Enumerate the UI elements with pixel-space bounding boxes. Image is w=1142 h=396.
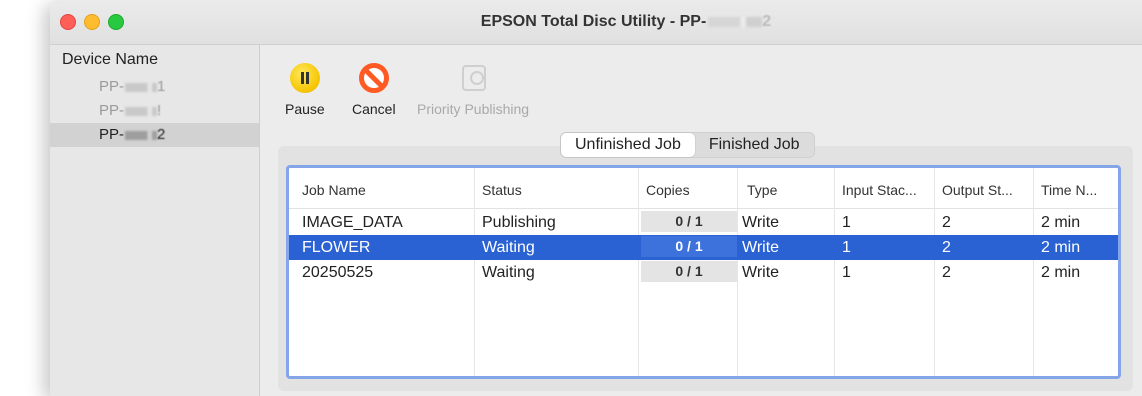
- device-sidebar: Device Name PP- 1 PP-! PP- 2: [50, 45, 260, 396]
- device-name-suffix: 2: [157, 126, 166, 143]
- cell-status: Waiting: [482, 239, 535, 256]
- table-row[interactable]: IMAGE_DATA Publishing 0 / 1 Write 1 2 2 …: [289, 210, 1118, 235]
- table-row[interactable]: 20250525 Waiting 0 / 1 Write 1 2 2 min: [289, 260, 1118, 285]
- cell-output-stacker: 2: [942, 214, 951, 231]
- app-window: EPSON Total Disc Utility - PP- 2 Device N…: [50, 0, 1142, 396]
- priority-publishing-label: Priority Publishing: [417, 101, 530, 117]
- tab-finished-job[interactable]: Finished Job: [695, 133, 814, 157]
- cell-copies: 0 / 1: [641, 261, 737, 282]
- device-name-prefix: PP-: [99, 102, 125, 119]
- window-title: EPSON Total Disc Utility - PP- 2: [50, 13, 1142, 31]
- pause-button[interactable]: Pause: [285, 63, 325, 117]
- cell-input-stacker: 1: [842, 214, 851, 231]
- pause-icon: [289, 63, 320, 93]
- redacted-blur: [125, 82, 158, 92]
- cell-job-name: IMAGE_DATA: [302, 214, 403, 231]
- cell-copies: 0 / 1: [641, 211, 737, 232]
- cell-input-stacker: 1: [842, 264, 851, 281]
- cancel-button[interactable]: Cancel: [352, 63, 396, 117]
- cell-status: Publishing: [482, 214, 556, 231]
- column-header-copies[interactable]: Copies: [646, 182, 690, 198]
- window-title-prefix: EPSON Total Disc Utility - PP-: [480, 13, 707, 30]
- job-tabs: Unfinished Job Finished Job: [560, 132, 815, 158]
- cancel-icon: [358, 63, 389, 93]
- cell-output-stacker: 2: [942, 264, 951, 281]
- sidebar-device-1[interactable]: PP- 1: [50, 75, 259, 99]
- sidebar-header: Device Name: [62, 51, 159, 68]
- cell-type: Write: [742, 214, 780, 231]
- title-bar: EPSON Total Disc Utility - PP- 2: [50, 0, 1142, 45]
- cell-time: 2 min: [1041, 264, 1081, 281]
- column-header-status[interactable]: Status: [482, 182, 522, 198]
- cell-output-stacker: 2: [942, 239, 951, 256]
- main-panel: Pause Cancel Priority Publishing Unfinis…: [260, 45, 1142, 396]
- bottom-divider: [260, 391, 1142, 396]
- column-header-input-stacker[interactable]: Input Stac...: [842, 182, 917, 198]
- column-header-job-name[interactable]: Job Name: [302, 182, 366, 198]
- redacted-blur: [708, 16, 763, 27]
- cell-type: Write: [742, 239, 780, 256]
- priority-publishing-button[interactable]: Priority Publishing: [417, 63, 529, 117]
- cell-job-name: 20250525: [302, 264, 374, 281]
- cell-copies: 0 / 1: [641, 236, 737, 257]
- device-name-suffix: 1: [157, 78, 166, 95]
- cell-status: Waiting: [482, 264, 535, 281]
- column-header-output-stacker[interactable]: Output St...: [942, 182, 1013, 198]
- device-name-suffix: !: [157, 102, 162, 119]
- cell-input-stacker: 1: [842, 239, 851, 256]
- redacted-blur: [125, 130, 158, 140]
- redacted-blur: [125, 106, 158, 116]
- window-title-suffix: 2: [762, 13, 772, 30]
- sidebar-device-2[interactable]: PP-!: [50, 99, 259, 123]
- column-header-type[interactable]: Type: [747, 182, 777, 198]
- cell-time: 2 min: [1041, 214, 1081, 231]
- sidebar-device-3[interactable]: PP- 2: [50, 123, 259, 147]
- cell-type: Write: [742, 264, 780, 281]
- device-name-prefix: PP-: [99, 126, 125, 143]
- table-header: Job Name Status Copies Type Input Stac..…: [289, 168, 1118, 209]
- job-table[interactable]: Job Name Status Copies Type Input Stac..…: [286, 165, 1121, 379]
- tab-unfinished-job[interactable]: Unfinished Job: [561, 133, 695, 157]
- cell-job-name: FLOWER: [302, 239, 371, 256]
- priority-publishing-icon: [458, 63, 488, 93]
- cancel-label: Cancel: [352, 101, 396, 117]
- pause-label: Pause: [285, 101, 325, 117]
- cell-time: 2 min: [1041, 239, 1081, 256]
- table-row-selected[interactable]: FLOWER Waiting 0 / 1 Write 1 2 2 min: [289, 235, 1118, 260]
- column-header-time[interactable]: Time N...: [1041, 182, 1097, 198]
- device-name-prefix: PP-: [99, 78, 125, 95]
